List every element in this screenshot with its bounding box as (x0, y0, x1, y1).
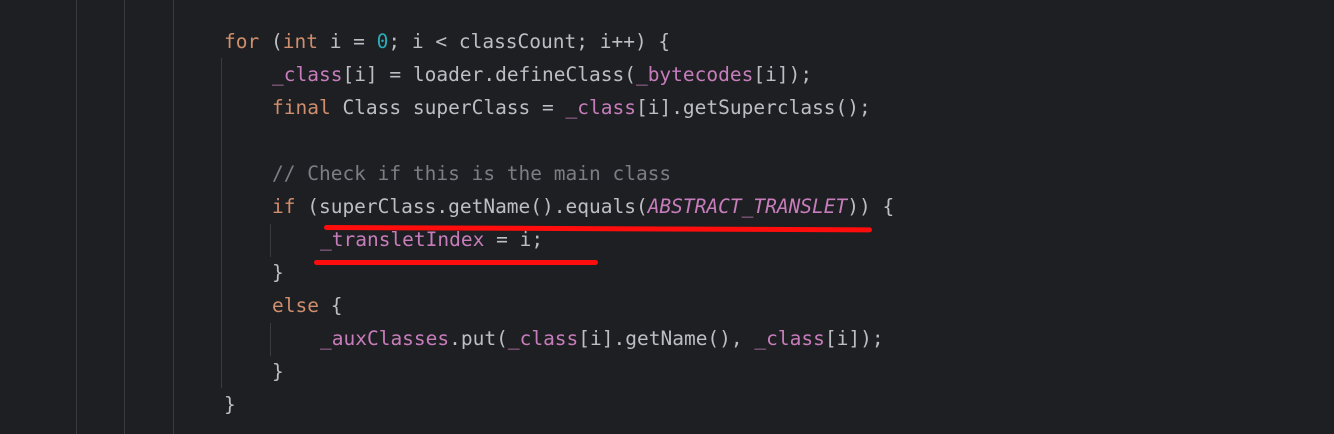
code-token: (superClass.getName().equals( (295, 195, 648, 218)
code-line-1[interactable]: for (int i = 0; i < classCount; i++) { (224, 25, 670, 58)
code-token: [i].getSuperclass(); (635, 96, 871, 119)
code-token: )) { (847, 195, 895, 218)
code-token: = i; (484, 228, 544, 251)
code-token: // Check if this is the main class (272, 162, 672, 185)
code-token: final (272, 96, 331, 119)
code-line-12[interactable]: } (224, 388, 236, 421)
red-underline-annotation (314, 260, 598, 265)
code-token: [i].getName(), (578, 327, 755, 350)
code-token: i = (317, 30, 377, 53)
indent-guide (270, 224, 271, 257)
code-token: _class (272, 63, 343, 86)
code-token: _bytecodes (635, 63, 754, 86)
code-token: int (282, 30, 318, 53)
code-token: _class (565, 96, 636, 119)
code-line-9[interactable]: else { (272, 289, 342, 322)
code-token: ; i < classCount; i++) { (388, 30, 671, 53)
code-token: _class (754, 327, 825, 350)
code-token: [i]); (824, 327, 884, 350)
code-token: _class (507, 327, 579, 350)
indent-guide (173, 0, 174, 434)
code-token: { (318, 294, 343, 317)
code-token: [i]); (753, 63, 813, 86)
code-token: } (272, 261, 284, 284)
code-line-8[interactable]: } (272, 256, 284, 289)
indent-guide (221, 58, 222, 388)
code-token: ABSTRACT_TRANSLET (647, 195, 848, 218)
code-line-10[interactable]: _auxClasses.put(_class[i].getName(), _cl… (320, 322, 884, 355)
code-token: 0 (376, 30, 389, 53)
code-token: else (272, 294, 319, 317)
code-token: .put( (449, 327, 508, 350)
indent-guide (124, 0, 125, 434)
code-line-6[interactable]: if (superClass.getName().equals(ABSTRACT… (272, 190, 894, 223)
code-line-2[interactable]: _class[i] = loader.defineClass(_bytecode… (272, 58, 812, 91)
code-token: Class superClass = (330, 96, 566, 119)
code-token: if (272, 195, 296, 218)
code-token: [i] = loader.defineClass( (342, 63, 636, 86)
code-editor[interactable]: for (int i = 0; i < classCount; i++) { _… (0, 0, 1334, 434)
code-token: _auxClasses (320, 327, 450, 350)
code-token: for (224, 30, 260, 53)
indent-guide (76, 0, 77, 434)
code-token: } (272, 360, 284, 383)
indent-guide (270, 323, 271, 356)
code-token: ( (259, 30, 283, 53)
code-line-3[interactable]: final Class superClass = _class[i].getSu… (272, 91, 871, 124)
code-token: _transletIndex (320, 228, 485, 251)
code-line-11[interactable]: } (272, 355, 284, 388)
code-line-5[interactable]: // Check if this is the main class (272, 157, 671, 190)
code-token: } (224, 393, 236, 416)
